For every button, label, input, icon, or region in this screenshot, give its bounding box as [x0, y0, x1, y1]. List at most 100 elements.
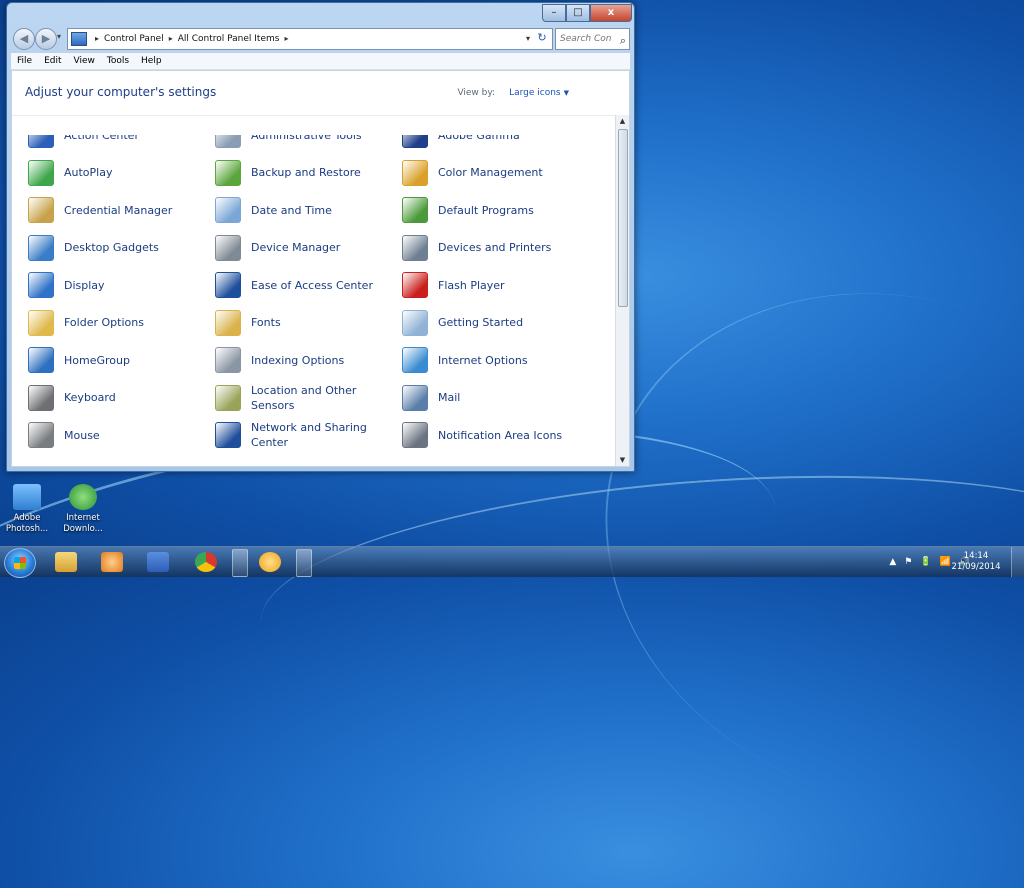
control-panel-item[interactable]: Date and Time — [215, 195, 395, 225]
control-panel-item-label: Devices and Printers — [438, 241, 552, 254]
menu-help[interactable]: Help — [135, 56, 168, 66]
taskbar-chrome[interactable] — [186, 549, 226, 575]
keyboard-icon — [28, 384, 54, 411]
control-panel-item-label: Fonts — [251, 316, 281, 329]
menu-edit[interactable]: Edit — [38, 56, 67, 66]
close-button[interactable]: x — [590, 4, 632, 22]
show-desktop-button[interactable] — [1011, 547, 1024, 577]
control-panel-item[interactable]: Device Manager — [215, 233, 395, 263]
homegroup-icon — [28, 347, 54, 373]
scroll-up-button[interactable]: ▲ — [616, 115, 629, 127]
menu-bar: File Edit View Tools Help — [11, 53, 630, 70]
control-panel-item[interactable]: Getting Started — [402, 308, 582, 338]
control-panel-item-label: Action Center — [64, 135, 139, 142]
view-by-arrow[interactable]: ▼ — [564, 89, 569, 97]
ease-of-access-icon — [215, 272, 241, 298]
search-box[interactable]: ⌕ — [555, 28, 630, 50]
maximize-button[interactable]: □ — [566, 4, 590, 22]
control-panel-item-label: Desktop Gadgets — [64, 241, 159, 254]
menu-file[interactable]: File — [11, 56, 38, 66]
control-panel-item[interactable]: Desktop Gadgets — [28, 233, 208, 263]
breadcrumb-separator[interactable]: ▸ — [169, 34, 173, 43]
forward-button[interactable]: ▶ — [35, 28, 57, 50]
getting-started-icon — [402, 309, 428, 336]
backup-restore-icon — [215, 159, 241, 186]
vertical-scrollbar[interactable]: ▲ ▼ — [615, 115, 629, 466]
menu-view[interactable]: View — [68, 56, 101, 66]
control-panel-item[interactable]: Notification Area Icons — [402, 420, 582, 450]
control-panel-item-label: Date and Time — [251, 203, 332, 217]
windows-explorer-icon — [55, 552, 77, 572]
recent-pages-dropdown[interactable]: ▾ — [57, 32, 61, 41]
scroll-down-button[interactable]: ▼ — [616, 454, 629, 466]
control-panel-item-label: Location and Other Sensors — [251, 383, 357, 412]
control-panel-item-label: Internet Options — [438, 353, 528, 367]
control-panel-item-label: Device Manager — [251, 241, 341, 254]
control-panel-item-label: Backup and Restore — [251, 166, 361, 179]
control-panel-item[interactable]: Credential Manager — [28, 195, 208, 225]
control-panel-item-label: Adobe Gamma — [438, 135, 520, 142]
search-input[interactable] — [560, 34, 612, 44]
desktop-icon-label: Adobe Photosh... — [5, 513, 49, 534]
control-panel-item[interactable]: Color Management — [402, 158, 582, 188]
control-panel-item[interactable]: Indexing Options — [215, 345, 395, 375]
start-button[interactable] — [4, 548, 36, 578]
menu-tools[interactable]: Tools — [101, 56, 135, 66]
control-panel-item-label: Mail — [438, 391, 461, 404]
back-button[interactable]: ◀ — [13, 28, 35, 50]
view-by-selector[interactable]: Large icons — [509, 88, 561, 98]
control-panel-item[interactable]: Mail — [402, 383, 582, 413]
indexing-options-icon — [215, 347, 241, 373]
control-panel-item-label: Credential Manager — [64, 203, 173, 217]
control-panel-item[interactable]: Backup and Restore — [215, 158, 395, 188]
control-panel-item[interactable]: Keyboard — [28, 383, 208, 413]
breadcrumb-separator[interactable]: ▸ — [95, 34, 99, 43]
control-panel-item-label: Keyboard — [64, 391, 116, 404]
control-panel-item[interactable]: Administrative Tools — [215, 135, 395, 150]
control-panel-item[interactable]: Display — [28, 270, 208, 300]
taskbar-explorer[interactable] — [46, 549, 86, 575]
taskbar-media-player[interactable] — [92, 549, 132, 575]
battery-tray-icon[interactable]: 🔋 — [920, 557, 931, 567]
media-player-icon — [101, 552, 123, 572]
show-hidden-icons[interactable]: ▲ — [889, 557, 896, 567]
avast-icon — [259, 552, 281, 572]
control-panel-item[interactable]: Internet Options — [402, 345, 582, 375]
clock-time: 14:14 — [963, 551, 989, 561]
clock[interactable]: 14:14 21/09/2014 — [950, 551, 1002, 573]
wallpaper-swoosh — [253, 448, 1024, 734]
desktop-icon-label: Internet Downlo... — [63, 513, 103, 534]
control-panel-item[interactable]: Action Center — [28, 135, 208, 150]
control-panel-item[interactable]: Ease of Access Center — [215, 270, 395, 300]
control-panel-item[interactable]: Mouse — [28, 420, 208, 450]
control-panel-item[interactable]: Location and Other Sensors — [215, 383, 395, 413]
scroll-thumb[interactable] — [618, 129, 628, 307]
desktop-icon-internet-download-manager[interactable]: Internet Downlo... — [56, 484, 110, 535]
page-title: Adjust your computer's settings — [25, 85, 217, 99]
control-panel-item[interactable]: Default Programs — [402, 195, 582, 225]
control-panel-item[interactable]: AutoPlay — [28, 158, 208, 188]
breadcrumb-control-panel[interactable]: Control Panel — [104, 34, 164, 44]
address-dropdown[interactable]: ▾ — [526, 29, 530, 49]
location-sensors-icon — [215, 384, 241, 411]
breadcrumb-separator[interactable]: ▸ — [284, 34, 288, 43]
address-bar[interactable]: ▸ Control Panel ▸ All Control Panel Items ▸ … — [67, 28, 553, 50]
control-panel-items: Action Center Administrative Tools Adobe G… — [12, 135, 617, 467]
search-icon[interactable]: ⌕ — [620, 31, 626, 51]
control-panel-item-label: AutoPlay — [64, 166, 113, 179]
breadcrumb-all-items[interactable]: All Control Panel Items — [178, 34, 280, 44]
control-panel-item[interactable]: Flash Player — [402, 270, 582, 300]
taskbar-word[interactable] — [138, 549, 178, 575]
control-panel-item[interactable]: Folder Options — [28, 308, 208, 338]
control-panel-item[interactable]: Devices and Printers — [402, 233, 582, 263]
control-panel-window: – □ x ◀ ▶ ▾ ▸ Control Panel ▸ All Control P… — [6, 2, 635, 472]
action-center-tray-icon[interactable]: ⚑ — [904, 557, 912, 567]
control-panel-item[interactable]: Adobe Gamma — [402, 135, 582, 150]
control-panel-item[interactable]: Network and Sharing Center — [215, 420, 395, 450]
control-panel-item[interactable]: HomeGroup — [28, 345, 208, 375]
control-panel-item[interactable]: Fonts — [215, 308, 395, 338]
desktop-icon-adobe-photoshop[interactable]: Adobe Photosh... — [0, 484, 54, 535]
taskbar-avast[interactable] — [250, 549, 290, 575]
minimize-button[interactable]: – — [542, 4, 566, 22]
refresh-icon[interactable]: ↻ — [534, 31, 550, 45]
